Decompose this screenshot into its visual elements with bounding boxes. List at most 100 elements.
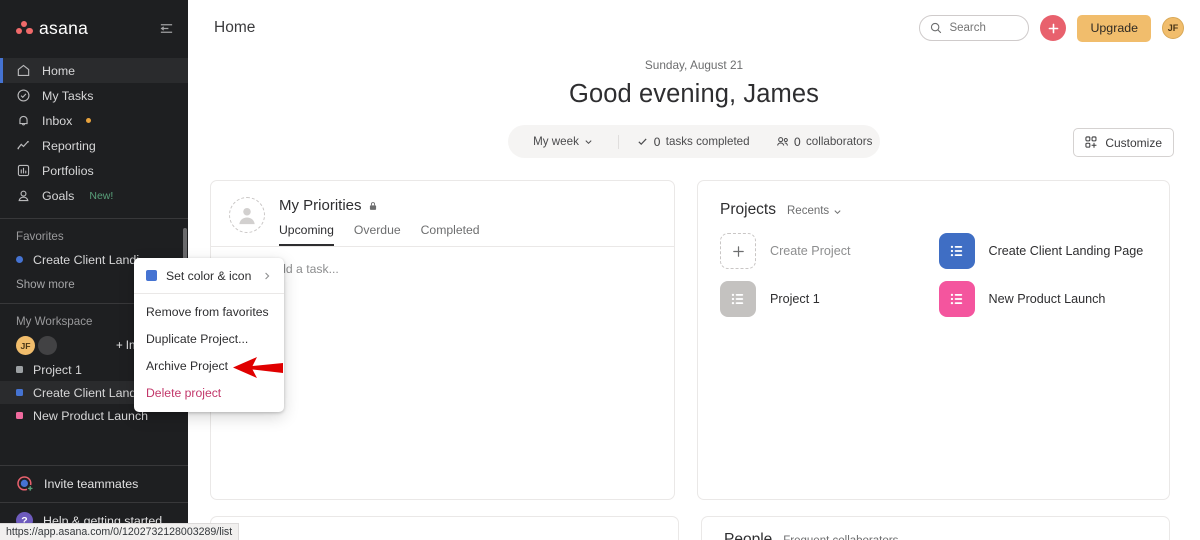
context-menu-item-set-color[interactable]: Set color & icon (134, 262, 284, 289)
context-menu-item-delete-project[interactable]: Delete project (134, 379, 284, 406)
context-menu-separator (134, 293, 284, 294)
tab-overdue[interactable]: Overdue (354, 223, 401, 246)
invite-teammates-label: Invite teammates (44, 477, 139, 491)
sidebar-item-goals[interactable]: Goals New! (0, 183, 188, 208)
project-context-menu: Set color & icon Remove from favorites D… (134, 258, 284, 412)
tasks-completed-count: 0 (653, 134, 661, 149)
chart-line-icon (16, 138, 31, 153)
list-icon (938, 281, 975, 317)
sidebar-item-label: My Tasks (42, 88, 94, 103)
search-field[interactable] (949, 22, 1019, 34)
status-bar-url-text: https://app.asana.com/0/1202732128003289… (6, 526, 233, 538)
project-color-swatch (16, 256, 23, 263)
search-input[interactable] (919, 15, 1030, 41)
sidebar-item-label: Home (42, 63, 76, 78)
avatar[interactable]: JF (16, 336, 35, 355)
tasks-completed-label: tasks completed (665, 135, 750, 148)
context-menu-item-remove-from-favorites[interactable]: Remove from favorites (134, 298, 284, 325)
context-menu-item-duplicate-project[interactable]: Duplicate Project... (134, 325, 284, 352)
context-menu-item-label: Duplicate Project... (146, 331, 249, 346)
main-content: Home Upgrade JF Sunday, August 21 (188, 0, 1200, 540)
collaborators-count: 0 (793, 134, 801, 149)
projects-grid: Create Project Create Client Landing Pag… (720, 233, 1147, 317)
context-menu-item-label: Archive Project (146, 358, 228, 373)
cards-row-bottom: People Frequent collaborators (210, 516, 1170, 540)
create-project-button[interactable]: Create Project (720, 233, 929, 269)
current-date: Sunday, August 21 (644, 58, 744, 72)
customize-button[interactable]: Customize (1073, 128, 1174, 157)
greeting-section: Sunday, August 21 Good evening, James My… (188, 56, 1200, 158)
project-tile-label: Project 1 (770, 292, 820, 306)
plus-icon (720, 233, 756, 269)
sidebar-item-inbox[interactable]: Inbox (0, 108, 188, 133)
check-circle-icon (16, 88, 31, 103)
project-color-swatch (16, 366, 23, 373)
priorities-title-row: My Priorities (279, 197, 480, 214)
project-color-swatch (16, 412, 23, 419)
top-bar-actions: Upgrade JF (919, 14, 1184, 42)
create-button[interactable] (1040, 15, 1067, 41)
projects-card: Projects Recents Create Project Create C… (697, 180, 1170, 500)
priorities-header: My Priorities Upcoming Overdue Completed (229, 197, 656, 246)
project-tile-label: Create Client Landing Page (988, 244, 1144, 258)
invite-teammates-icon (16, 475, 34, 493)
sidebar-project-label: Create Client Land... (33, 385, 147, 400)
asana-logo-text: asana (39, 17, 89, 38)
sidebar-item-my-tasks[interactable]: My Tasks (0, 83, 188, 108)
collaborators-stat: 0 collaborators (768, 135, 880, 149)
lock-icon (368, 201, 378, 211)
projects-title: Projects (720, 201, 776, 218)
sidebar-item-reporting[interactable]: Reporting (0, 133, 188, 158)
upgrade-button[interactable]: Upgrade (1077, 14, 1151, 42)
user-avatar[interactable]: JF (1162, 17, 1184, 39)
chevron-down-icon (584, 137, 593, 146)
asana-home-screen: asana Home My Tasks Inbox Reporting Port… (0, 0, 1200, 540)
sidebar-header: asana (0, 0, 188, 56)
portfolio-icon (16, 163, 31, 178)
priorities-header-text: My Priorities Upcoming Overdue Completed (279, 197, 480, 246)
tab-upcoming[interactable]: Upcoming (279, 223, 334, 246)
avatar[interactable] (229, 197, 265, 233)
project-tile-project-1[interactable]: Project 1 (720, 281, 929, 317)
projects-filter-label: Recents (787, 205, 830, 217)
project-tile-label: New Product Launch (988, 292, 1106, 306)
sidebar-item-home[interactable]: Home (0, 58, 188, 83)
color-swatch-icon (146, 270, 157, 281)
favorite-item-label: Create Client Landi... (33, 252, 150, 267)
projects-header: Projects Recents (720, 201, 1147, 219)
avatar-placeholder[interactable] (38, 336, 57, 355)
project-color-swatch (16, 389, 23, 396)
top-bar: Home Upgrade JF (188, 0, 1200, 56)
chevron-right-icon (262, 271, 272, 281)
customize-label: Customize (1105, 135, 1162, 150)
greeting-title: Good evening, James (569, 80, 819, 108)
projects-filter-selector[interactable]: Recents (787, 205, 842, 217)
context-menu-item-label: Set color & icon (166, 268, 252, 283)
project-tile-new-product-launch[interactable]: New Product Launch (938, 281, 1148, 317)
chevron-down-icon (833, 207, 842, 216)
add-task-input[interactable]: here to add a task... (229, 247, 656, 291)
my-week-selector[interactable]: My week (508, 135, 618, 148)
list-icon (720, 281, 756, 317)
sidebar-item-label: Portfolios (42, 163, 94, 178)
plus-icon: + (115, 339, 123, 352)
people-icon (776, 136, 789, 147)
stats-bar: My week 0 tasks completed 0 collaborator… (508, 125, 880, 158)
check-icon (637, 136, 648, 147)
upgrade-label: Upgrade (1090, 21, 1138, 35)
asana-logo[interactable]: asana (16, 18, 88, 39)
people-card: People Frequent collaborators (701, 516, 1170, 540)
bell-icon (16, 113, 31, 128)
asana-logo-icon (16, 21, 33, 35)
sidebar-item-label: Inbox (42, 113, 73, 128)
tab-completed[interactable]: Completed (421, 223, 480, 246)
customize-grid-icon (1085, 136, 1098, 149)
create-project-label: Create Project (770, 244, 851, 258)
people-filter-selector[interactable]: Frequent collaborators (783, 535, 911, 540)
invite-teammates-button[interactable]: Invite teammates (0, 466, 188, 502)
project-tile-create-client-landing-page[interactable]: Create Client Landing Page (938, 233, 1148, 269)
priorities-tabs: Upcoming Overdue Completed (279, 223, 480, 246)
sidebar-item-portfolios[interactable]: Portfolios (0, 158, 188, 183)
collapse-sidebar-icon[interactable] (159, 21, 174, 36)
sidebar-item-label: Goals (42, 188, 75, 203)
